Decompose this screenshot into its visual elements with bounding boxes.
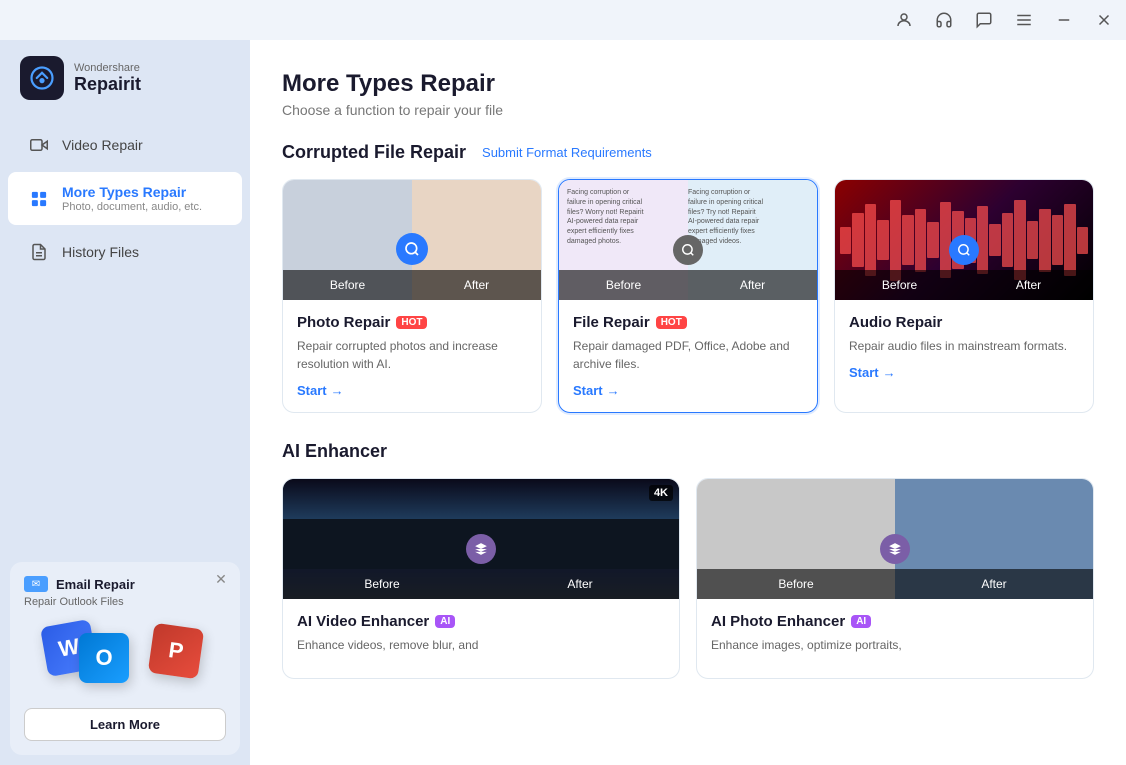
logo-brand: Wondershare bbox=[74, 62, 141, 74]
photo-repair-card[interactable]: Before After Photo Repair HOT Repair cor… bbox=[282, 179, 542, 413]
audio-repair-desc: Repair audio files in mainstream formats… bbox=[849, 337, 1079, 355]
audio-repair-title: Audio Repair bbox=[849, 314, 942, 331]
audio-before-label: Before bbox=[835, 270, 964, 300]
headset-icon[interactable] bbox=[930, 6, 958, 34]
page-title: More Types Repair bbox=[282, 70, 1094, 98]
file-repair-title: File Repair bbox=[573, 314, 650, 331]
ai-video-ai-badge: AI bbox=[435, 615, 455, 628]
ai-photo-desc: Enhance images, optimize portraits, bbox=[711, 636, 1079, 654]
file-repair-image: Facing corruption orfailure in opening c… bbox=[559, 180, 817, 300]
ai-video-before-label: Before bbox=[283, 569, 481, 599]
powerpoint-icon: P bbox=[148, 623, 204, 679]
ai-video-enhancer-card[interactable]: 4K Before After AI Video Enhancer AI Enh… bbox=[282, 478, 680, 679]
main-content: More Types Repair Choose a function to r… bbox=[250, 40, 1126, 765]
ai-photo-ai-badge: AI bbox=[851, 615, 871, 628]
corrupted-section-title: Corrupted File Repair bbox=[282, 142, 466, 163]
photo-repair-hot-badge: HOT bbox=[396, 316, 427, 329]
close-icon[interactable] bbox=[1090, 6, 1118, 34]
ai-video-image: 4K Before After bbox=[283, 479, 679, 599]
file-repair-card[interactable]: Facing corruption orfailure in opening c… bbox=[558, 179, 818, 413]
file-before-label: Before bbox=[559, 270, 688, 300]
sidebar-item-video-repair[interactable]: Video Repair bbox=[8, 122, 242, 168]
learn-more-button[interactable]: Learn More bbox=[24, 708, 226, 741]
corrupted-cards-grid: Before After Photo Repair HOT Repair cor… bbox=[282, 179, 1094, 413]
outlook-icon: O bbox=[79, 633, 129, 683]
sidebar: Wondershare Repairit Video Repair More T… bbox=[0, 40, 250, 765]
app-logo-icon bbox=[20, 56, 64, 100]
chat-icon[interactable] bbox=[970, 6, 998, 34]
photo-repair-tool-icon bbox=[396, 233, 428, 265]
ai-video-desc: Enhance videos, remove blur, and bbox=[297, 636, 665, 654]
submit-format-link[interactable]: Submit Format Requirements bbox=[482, 145, 652, 160]
promo-subtitle: Repair Outlook Files bbox=[24, 596, 226, 608]
file-repair-desc: Repair damaged PDF, Office, Adobe and ar… bbox=[573, 337, 803, 373]
audio-repair-image: Before After bbox=[835, 180, 1093, 300]
ai-photo-title: AI Photo Enhancer bbox=[711, 613, 845, 630]
corrupted-section-header: Corrupted File Repair Submit Format Requ… bbox=[282, 142, 1094, 163]
photo-repair-image: Before After bbox=[283, 180, 541, 300]
sidebar-item-more-types-repair[interactable]: More Types Repair Photo, document, audio… bbox=[8, 172, 242, 225]
promo-card: ✕ ✉ Email Repair Repair Outlook Files W … bbox=[10, 562, 240, 755]
ai-photo-tool-icon bbox=[880, 534, 910, 564]
file-repair-tool-icon bbox=[673, 235, 703, 265]
ai-video-tool-icon bbox=[466, 534, 496, 564]
logo-area: Wondershare Repairit bbox=[0, 56, 250, 120]
email-icon: ✉ bbox=[24, 576, 48, 592]
ai-photo-image: Before After bbox=[697, 479, 1093, 599]
audio-repair-card[interactable]: Before After Audio Repair Repair audio f… bbox=[834, 179, 1094, 413]
4k-badge: 4K bbox=[649, 485, 673, 501]
page-subtitle: Choose a function to repair your file bbox=[282, 102, 1094, 118]
audio-repair-tool-icon bbox=[949, 235, 979, 265]
ai-enhancer-section-title: AI Enhancer bbox=[282, 441, 387, 462]
photo-repair-start-button[interactable]: Start → bbox=[297, 383, 344, 398]
video-repair-icon bbox=[28, 134, 50, 156]
photo-repair-title: Photo Repair bbox=[297, 314, 390, 331]
photo-repair-desc: Repair corrupted photos and increase res… bbox=[297, 337, 527, 373]
ai-video-after-label: After bbox=[481, 569, 679, 599]
history-files-icon bbox=[28, 241, 50, 263]
photo-before-label: Before bbox=[283, 270, 412, 300]
promo-title: Email Repair bbox=[56, 577, 135, 592]
more-types-icon bbox=[28, 188, 50, 210]
minimize-icon[interactable] bbox=[1050, 6, 1078, 34]
ai-video-title: AI Video Enhancer bbox=[297, 613, 429, 630]
ai-photo-enhancer-card[interactable]: Before After AI Photo Enhancer AI Enhanc… bbox=[696, 478, 1094, 679]
sidebar-label-more-types: More Types Repair bbox=[62, 184, 202, 200]
menu-icon[interactable] bbox=[1010, 6, 1038, 34]
sidebar-item-history-files[interactable]: History Files bbox=[8, 229, 242, 275]
account-icon[interactable] bbox=[890, 6, 918, 34]
photo-after-label: After bbox=[412, 270, 541, 300]
audio-after-label: After bbox=[964, 270, 1093, 300]
ai-photo-before-label: Before bbox=[697, 569, 895, 599]
file-repair-hot-badge: HOT bbox=[656, 316, 687, 329]
logo-name: Repairit bbox=[74, 74, 141, 95]
audio-repair-start-button[interactable]: Start → bbox=[849, 365, 896, 380]
sidebar-label-history-files: History Files bbox=[62, 244, 139, 260]
app-body: Wondershare Repairit Video Repair More T… bbox=[0, 40, 1126, 765]
file-after-label: After bbox=[688, 270, 817, 300]
logo-text: Wondershare Repairit bbox=[74, 62, 141, 95]
ai-enhancer-cards-grid: 4K Before After AI Video Enhancer AI Enh… bbox=[282, 478, 1094, 679]
ai-enhancer-section-header: AI Enhancer bbox=[282, 441, 1094, 462]
promo-close-button[interactable]: ✕ bbox=[212, 570, 230, 588]
title-bar bbox=[0, 0, 1126, 40]
file-repair-start-button[interactable]: Start → bbox=[573, 383, 620, 398]
sidebar-label-video-repair: Video Repair bbox=[62, 137, 143, 153]
sidebar-sub-more-types: Photo, document, audio, etc. bbox=[62, 201, 202, 213]
ai-photo-after-label: After bbox=[895, 569, 1093, 599]
promo-image: W O P bbox=[24, 618, 226, 698]
